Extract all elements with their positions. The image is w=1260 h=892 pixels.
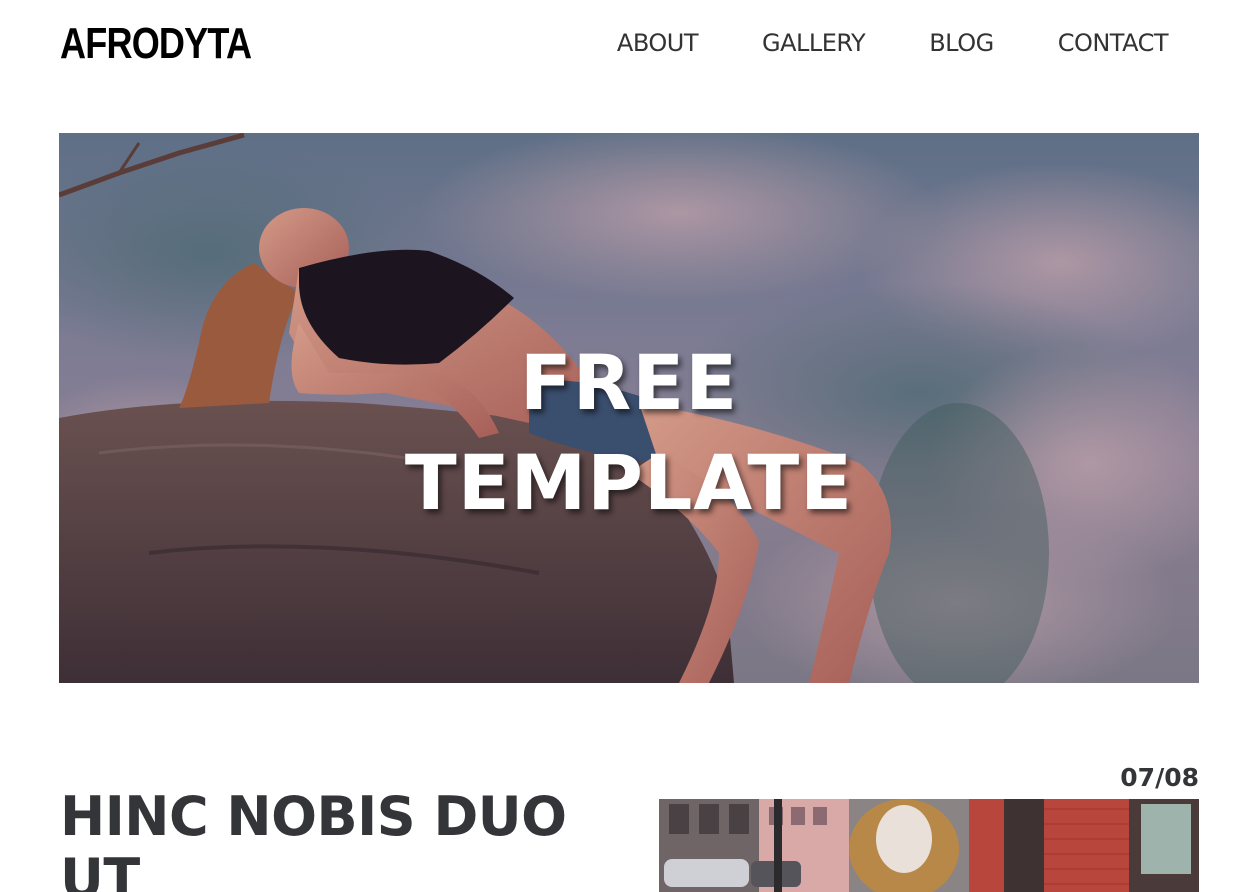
site-logo[interactable]: AFRODYTA xyxy=(60,20,252,68)
post-thumbnail[interactable] xyxy=(659,799,1199,892)
post-thumbnail-photo xyxy=(659,799,1199,892)
nav-about-link[interactable]: ABOUT xyxy=(617,28,699,58)
hero-title: FREE TEMPLATE xyxy=(59,333,1199,533)
post-date: 07/08 xyxy=(1120,763,1199,792)
nav-contact-link[interactable]: CONTACT xyxy=(1058,28,1169,58)
page: AFRODYTA ABOUT GALLERY BLOG CONTACT FREE… xyxy=(0,0,1260,892)
nav-gallery-link[interactable]: GALLERY xyxy=(762,28,866,58)
main-nav: ABOUT GALLERY BLOG CONTACT xyxy=(617,28,1169,58)
hero-title-line2: TEMPLATE xyxy=(404,438,854,527)
hero-title-line1: FREE xyxy=(519,338,739,427)
nav-blog-link[interactable]: BLOG xyxy=(929,28,994,58)
hero-banner: FREE TEMPLATE xyxy=(59,133,1199,683)
post-title[interactable]: HINC NOBIS DUO UT xyxy=(60,786,580,892)
